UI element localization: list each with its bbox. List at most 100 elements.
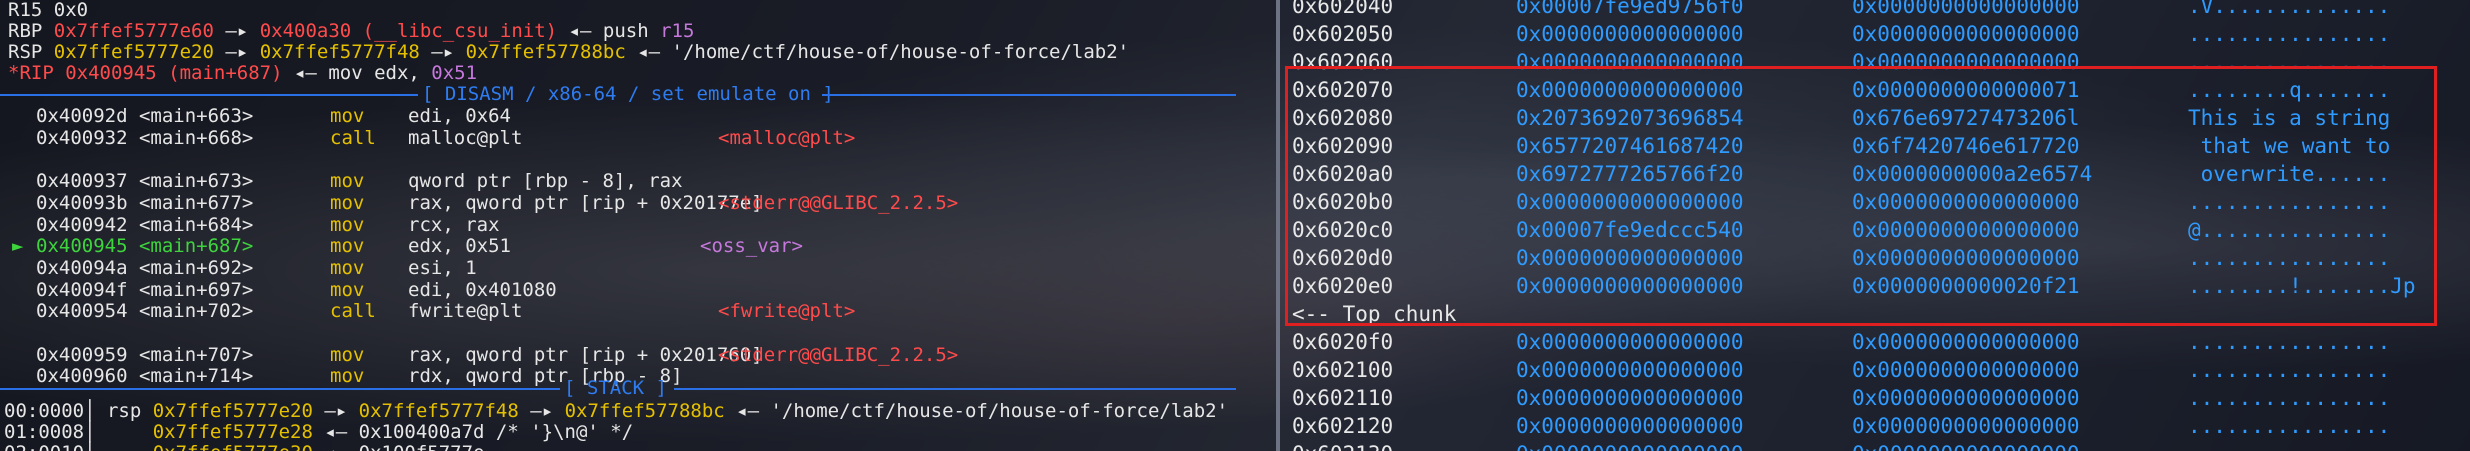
register-value: mov — [328, 62, 375, 84]
disasm-operands: edx, 0x51 — [408, 235, 511, 258]
memory-ascii: ................ — [2188, 358, 2391, 382]
disasm-mnemonic: mov — [330, 278, 365, 301]
disasm-operands: fwrite@plt — [408, 300, 523, 323]
register-value: —▸ — [213, 41, 260, 63]
register-value: (__libc_csu_init) — [351, 20, 558, 42]
disasm-mnemonic: mov — [330, 213, 365, 236]
stack-row: 02:0010│ 0x7ffef5777e30 ◂— 0x100f5777e — [4, 443, 484, 451]
disasm-annotation: <stderr@@GLIBC_2.2.5> — [718, 191, 959, 214]
disasm-row — [0, 149, 1236, 170]
disasm-address: 0x40094a <main+692> — [36, 256, 254, 279]
register-value: push — [602, 20, 661, 42]
memory-qword-1: 0x0000000000000000 — [1516, 330, 1744, 354]
disasm-operands: esi, 1 — [408, 256, 477, 279]
disasm-address: 0x400959 <main+707> — [36, 343, 254, 366]
highlight-box — [1285, 66, 2437, 326]
disasm-row: 0x400959 <main+707> mov rax, qword ptr [ri… — [0, 343, 1236, 366]
memory-row: 0x602100 0x0000000000000000 0x000000000000… — [1280, 356, 2460, 384]
disasm-mnemonic: mov — [330, 191, 365, 214]
debugger-pane[interactable]: R15 0x0 RBP 0x7ffef5777e60 —▸ 0x400a30 (_… — [0, 0, 1276, 451]
register-value: 0x0 — [42, 0, 89, 21]
register-name: R15 — [8, 0, 43, 21]
memory-row: 0x6020f0 0x0000000000000000 0x000000000000… — [1280, 328, 2460, 356]
register-value: 0x7ffef57788bc — [465, 41, 626, 63]
stack-register: rsp — [106, 400, 153, 422]
memory-qword-2: 0x0000000000000000 — [1852, 414, 2080, 438]
register-value: 0x51 — [431, 62, 478, 84]
memory-row: 0x602120 0x0000000000000000 0x000000000000… — [1280, 412, 2460, 440]
memory-qword-1: 0x00007fe9ed9756f0 — [1516, 0, 1744, 18]
disasm-separator: [ DISASM / x86-64 / set emulate on ] — [0, 84, 1236, 105]
memory-qword-2: 0x0000000000000000 — [1852, 440, 2080, 451]
disasm-address: 0x400945 <main+687> — [36, 235, 254, 258]
memory-qword-1: 0x0000000000000000 — [1516, 358, 1744, 382]
register-value: —▸ — [419, 41, 466, 63]
register-row: RBP 0x7ffef5777e60 —▸ 0x400a30 (__libc_c… — [8, 21, 694, 42]
disasm-row: 0x400937 <main+673> mov qword ptr [rbp - 8… — [0, 171, 1236, 192]
stack-value: —▸ — [312, 400, 359, 422]
memory-address: 0x6020f0 — [1292, 330, 1394, 354]
register-name: RSP — [8, 41, 43, 63]
current-instruction-arrow-icon: ► — [12, 235, 24, 258]
disasm-row: 0x400954 <main+702> call fwrite@plt <fwrite… — [0, 301, 1236, 322]
stack-row: 00:0000│ rsp 0x7ffef5777e20 —▸ 0x7ffef57… — [4, 401, 1228, 422]
memory-qword-2: 0x0000000000000000 — [1852, 386, 2080, 410]
disasm-operands: rax, qword ptr [rip + 0x20177e] — [408, 191, 763, 214]
disasm-address: 0x400937 <main+673> — [36, 170, 254, 193]
disasm-header: [ DISASM / x86-64 / set emulate on ] — [422, 83, 834, 105]
stack-separator-glyph: │ — [84, 421, 107, 443]
memory-row: 0x602050 0x0000000000000000 0x000000000000… — [1280, 20, 2460, 48]
memory-address: 0x602040 — [1292, 0, 1394, 18]
disasm-row: 0x40094a <main+692> mov esi, 1 — [0, 256, 1236, 279]
disasm-address: 0x400954 <main+702> — [36, 300, 254, 323]
memory-qword-2: 0x0000000000000000 — [1852, 22, 2080, 46]
disasm-annotation: <stderr@@GLIBC_2.2.5> — [718, 343, 959, 366]
stack-header: [ STACK ] — [564, 377, 667, 399]
disasm-operands: malloc@plt — [408, 126, 523, 149]
memory-ascii: ................ — [2188, 386, 2391, 410]
memory-ascii: ................ — [2188, 414, 2391, 438]
stack-value: ◂— 0x100400a7d /* '}\n@' */ — [312, 421, 634, 443]
disasm-mnemonic: mov — [330, 256, 365, 279]
stack-row: 01:0008│ 0x7ffef5777e28 ◂— 0x100400a7d /… — [4, 422, 633, 443]
stack-value: 0x7ffef5777e30 — [153, 442, 313, 451]
memory-qword-1: 0x0000000000000000 — [1516, 386, 1744, 410]
disasm-mnemonic: mov — [330, 105, 365, 127]
register-value: r15 — [660, 20, 695, 42]
memory-address: 0x602050 — [1292, 22, 1394, 46]
register-row: R15 0x0 — [8, 0, 88, 21]
disasm-mnemonic: mov — [330, 343, 365, 366]
register-value: 0x7ffef5777e60 — [42, 20, 214, 42]
memory-ascii: .V.............. — [2188, 0, 2391, 18]
disasm-address: 0x40094f <main+697> — [36, 278, 254, 301]
disasm-operands: rcx, rax — [408, 213, 500, 236]
memory-ascii: ................ — [2188, 22, 2391, 46]
disasm-address: 0x40092d <main+663> — [36, 105, 254, 127]
disasm-address: 0x400942 <main+684> — [36, 213, 254, 236]
stack-value: 0x7ffef5777e20 — [152, 400, 313, 422]
register-row: RSP 0x7ffef5777e20 —▸ 0x7ffef5777f48 —▸ … — [8, 42, 1129, 63]
memory-qword-2: 0x0000000000000000 — [1852, 330, 2080, 354]
stack-value: ◂— 0x100f5777e — [313, 442, 484, 451]
disasm-row: ► 0x400945 <main+687> mov edx, 0x51 <oss_var… — [0, 236, 1236, 257]
stack-offset: 01:0008 — [4, 421, 85, 443]
stack-value: 0x7ffef57788bc — [564, 400, 725, 422]
memory-ascii: ................ — [2188, 440, 2390, 451]
stack-value: ◂— '/home/ctf/house-of/house-of-force/la… — [724, 400, 1229, 422]
disasm-row: 0x400932 <main+668> call malloc@plt <malloc… — [0, 126, 1236, 149]
memory-ascii: ................ — [2188, 330, 2391, 354]
disasm-operands: edi, 0x401080 — [408, 278, 557, 301]
memory-qword-2: 0x0000000000000000 — [1852, 358, 2080, 382]
disasm-row — [0, 323, 1236, 344]
register-name: *RIP — [8, 62, 54, 84]
disasm-operands: qword ptr [rbp - 8], rax — [408, 170, 683, 193]
disasm-operands: edi, 0x64 — [408, 105, 511, 127]
stack-offset: 02:0010 — [4, 442, 84, 451]
register-value: —▸ — [213, 20, 260, 42]
register-value: ◂— — [557, 20, 603, 42]
stack-value: —▸ — [518, 400, 565, 422]
register-value: 0x400945 (main+687) — [53, 62, 283, 84]
disasm-address: 0x40093b <main+677> — [36, 191, 254, 214]
memory-row: 0x602110 0x0000000000000000 0x000000000000… — [1280, 384, 2460, 412]
register-value: 0x400a30 — [259, 20, 352, 42]
